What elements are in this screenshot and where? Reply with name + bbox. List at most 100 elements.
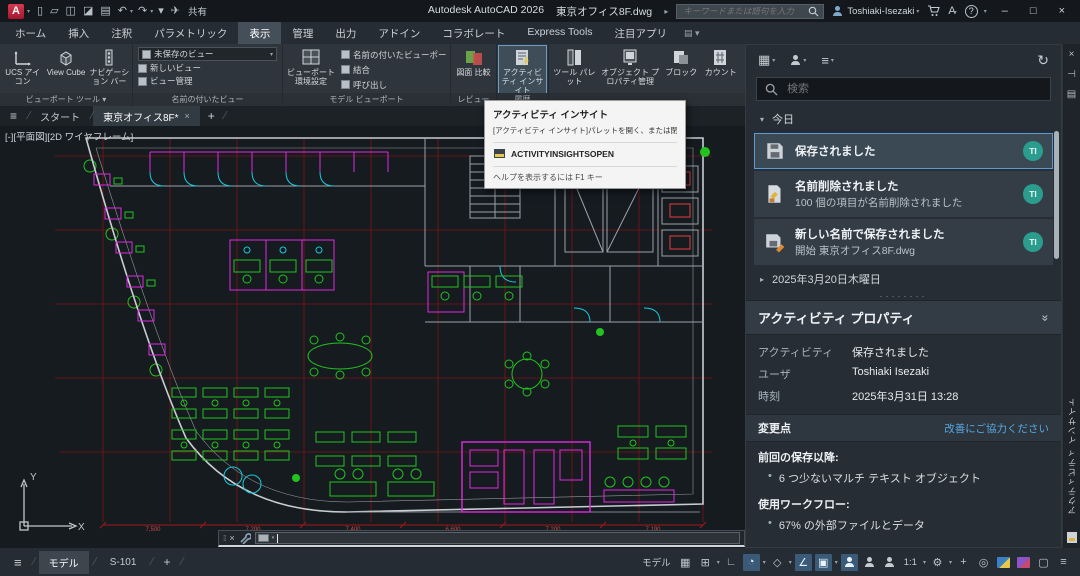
- ribbon-tab[interactable]: Express Tools: [516, 22, 603, 44]
- undo-icon[interactable]: ↶: [116, 1, 129, 21]
- panel-splitter[interactable]: ········: [746, 291, 1061, 300]
- user-menu[interactable]: Toshiaki-Isezaki ▾: [832, 6, 919, 17]
- ucs-icon-button[interactable]: UCS アイコン: [2, 46, 43, 93]
- date-filter-icon[interactable]: ▦▾: [758, 52, 775, 68]
- new-icon[interactable]: ▯: [35, 1, 45, 21]
- command-input[interactable]: ▾: [255, 532, 740, 544]
- plot-icon[interactable]: ▤: [98, 1, 112, 21]
- customization-icon[interactable]: +: [955, 554, 972, 571]
- group-today[interactable]: ▾ 今日: [746, 107, 1061, 131]
- command-close-icon[interactable]: ×: [229, 533, 234, 543]
- redo-icon[interactable]: ↷: [136, 1, 149, 21]
- ribbon-tab[interactable]: ホーム: [4, 22, 57, 44]
- ribbon-tab[interactable]: 注釈: [100, 22, 143, 44]
- viewport-controls[interactable]: [-][平面図][2D ワイヤフレーム]: [5, 129, 133, 143]
- annotation-scale-value-caret[interactable]: ▾: [923, 559, 926, 566]
- layout-tab-model[interactable]: モデル: [39, 551, 89, 574]
- cart-icon[interactable]: [927, 5, 940, 17]
- activity-insight-tab-icon[interactable]: [1066, 531, 1078, 544]
- tab-start[interactable]: スタート: [30, 106, 90, 126]
- help-icon[interactable]: ?: [965, 5, 978, 18]
- tool-palettes-button[interactable]: ツール パレット: [551, 46, 598, 93]
- minimize-button[interactable]: –: [995, 5, 1015, 17]
- annotation-scale-person-icon[interactable]: [881, 554, 898, 571]
- graphics-performance-icon[interactable]: [995, 554, 1012, 571]
- polar-tracking-icon-caret[interactable]: ▾: [763, 559, 766, 566]
- isometric-drafting-icon[interactable]: ◇: [769, 554, 786, 571]
- drawing-compare-button[interactable]: 図面 比較: [453, 46, 494, 93]
- viewport-config-button[interactable]: ビューポート 環境設定: [285, 46, 337, 93]
- object-snap-icon[interactable]: ▣: [815, 554, 832, 571]
- navigation-bar-button[interactable]: ナビゲーション バー: [89, 46, 130, 93]
- new-drawing-button[interactable]: +: [200, 109, 223, 123]
- close-button[interactable]: ×: [1052, 5, 1072, 17]
- feedback-link[interactable]: 改善にご協力ください: [944, 421, 1049, 436]
- qat-customize-icon[interactable]: ▾: [156, 1, 166, 21]
- list-scrollbar[interactable]: [1054, 131, 1059, 259]
- ortho-mode-icon[interactable]: ∟: [723, 554, 740, 571]
- app-menu-caret-icon[interactable]: ▾: [27, 8, 30, 15]
- new-view-button[interactable]: 新しいビュー: [138, 62, 277, 74]
- panel-search-input[interactable]: [785, 82, 1042, 96]
- command-line[interactable]: ⁞⁞ × ▾: [218, 530, 745, 547]
- ribbon-tab[interactable]: コラボレート: [431, 22, 516, 44]
- ribbon-tab[interactable]: パラメトリック: [143, 22, 238, 44]
- ribbon-tab[interactable]: 挿入: [57, 22, 100, 44]
- titlebar-search-input[interactable]: [681, 5, 804, 17]
- panel-autohide-icon[interactable]: ⊣: [1067, 69, 1076, 80]
- collapse-section-icon[interactable]: »: [1039, 314, 1053, 321]
- ribbon-tab[interactable]: 出力: [324, 22, 367, 44]
- view-dropdown[interactable]: 未保存のビュー ▾: [138, 47, 277, 61]
- polar-tracking-icon[interactable]: ◔: [743, 554, 760, 571]
- titlebar-search[interactable]: [676, 4, 824, 19]
- workspace-switching-icon[interactable]: ⚙: [929, 554, 946, 571]
- share-icon[interactable]: ✈: [169, 1, 182, 21]
- user-filter-icon[interactable]: ▾: [790, 55, 806, 65]
- isometric-drafting-icon-caret[interactable]: ▾: [789, 559, 792, 566]
- join-viewports-button[interactable]: 結合: [341, 64, 446, 76]
- ribbon-tab[interactable]: 注目アプリ: [604, 22, 679, 44]
- panel-vertical-title[interactable]: アクティビティ インサイト: [1066, 397, 1078, 514]
- view-manager-button[interactable]: ビュー管理: [138, 75, 277, 87]
- ribbon-tab[interactable]: 管理: [281, 22, 324, 44]
- search-expand-icon[interactable]: ▸: [664, 7, 668, 16]
- clean-screen-icon[interactable]: ▢: [1035, 554, 1052, 571]
- autodesk-menu[interactable]: A▾: [948, 5, 956, 17]
- panel-label-named-views[interactable]: 名前の付いたビュー: [133, 93, 282, 106]
- restore-viewports-button[interactable]: 呼び出し: [341, 79, 446, 91]
- panel-label-model-viewports[interactable]: モデル ビューポート: [283, 93, 450, 106]
- save-as-icon[interactable]: ◪: [81, 1, 95, 21]
- activity-insight-button[interactable]: アクティビティ インサイト: [499, 46, 546, 93]
- snap-mode-icon-caret[interactable]: ▾: [717, 559, 720, 566]
- redo-icon-caret[interactable]: ▾: [150, 8, 153, 15]
- doc-tab-menu-icon[interactable]: ≡: [0, 109, 27, 123]
- count-palette-button[interactable]: カウント: [702, 46, 739, 93]
- new-layout-button[interactable]: +: [157, 555, 176, 569]
- drawing-canvas[interactable]: [-][平面図][2D ワイヤフレーム]: [0, 126, 745, 548]
- undo-icon-caret[interactable]: ▾: [130, 8, 133, 15]
- activity-item-saveas[interactable]: 新しい名前で保存されました 開始 東京オフィス8F.dwg TI: [754, 219, 1053, 265]
- workspace-switching-icon-caret[interactable]: ▾: [949, 559, 952, 566]
- command-grip-icon[interactable]: ⁞⁞: [223, 534, 225, 543]
- panel-search[interactable]: [756, 77, 1051, 101]
- tab-active-document[interactable]: 東京オフィス8F* ×: [93, 106, 200, 126]
- list-options-icon[interactable]: ≡▾: [821, 53, 834, 68]
- group-previous-date[interactable]: ▸ 2025年3月20日木曜日: [746, 267, 1061, 291]
- ribbon-tab[interactable]: アドイン: [367, 22, 431, 44]
- save-icon[interactable]: ◫: [64, 1, 78, 21]
- activity-item-purged[interactable]: 名前削除されました 100 個の項目が名前削除されました TI: [754, 171, 1053, 217]
- tab-close-icon[interactable]: ×: [185, 111, 190, 121]
- layout-menu-icon[interactable]: ≡: [8, 555, 28, 570]
- layout-tab-s101[interactable]: S-101: [100, 553, 147, 572]
- annotation-scale-value[interactable]: 1:1: [901, 557, 920, 568]
- panel-properties-icon[interactable]: ▤: [1067, 89, 1076, 100]
- model-space-button[interactable]: モデル: [639, 555, 674, 569]
- open-icon[interactable]: ▱: [48, 1, 60, 21]
- app-logo[interactable]: A: [8, 4, 24, 19]
- annotation-autoscale-icon[interactable]: [861, 554, 878, 571]
- grid-display-icon[interactable]: ▦: [677, 554, 694, 571]
- blocks-palette-button[interactable]: ブロック: [663, 46, 700, 93]
- object-snap-tracking-icon[interactable]: ∠: [795, 554, 812, 571]
- panel-close-icon[interactable]: ×: [1069, 49, 1075, 60]
- named-viewports-button[interactable]: 名前の付いたビューポート: [341, 49, 446, 61]
